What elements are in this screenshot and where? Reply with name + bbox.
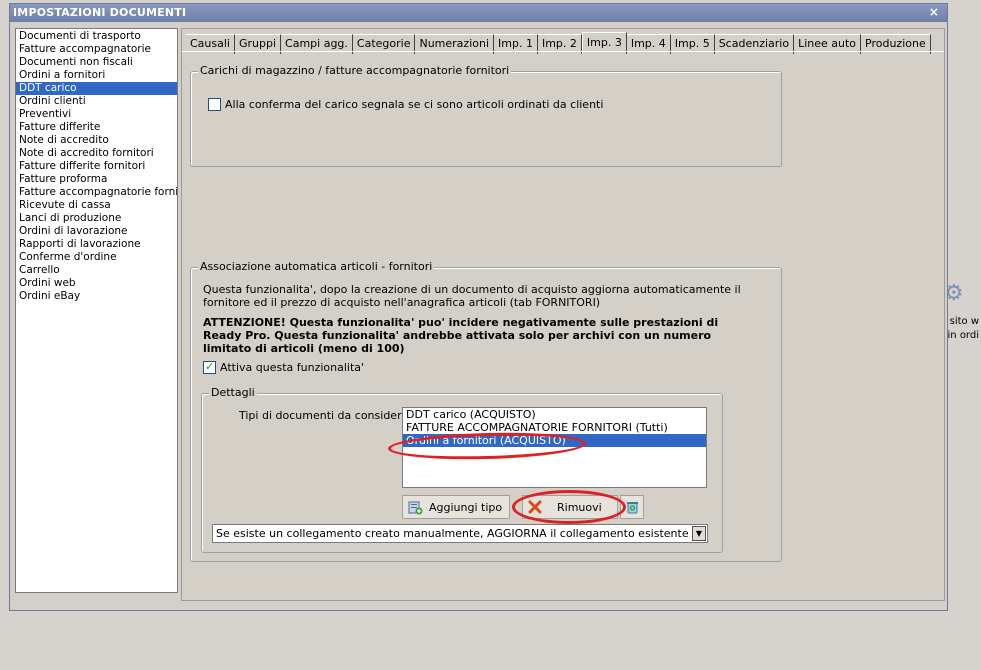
carico-alert-checkbox-row[interactable]: Alla conferma del carico segnala se ci s… <box>208 98 603 111</box>
group-carichi: Carichi di magazzino / fatture accompagn… <box>190 64 782 167</box>
list-item[interactable]: DDT carico (ACQUISTO) <box>403 408 706 421</box>
sidebar-item[interactable]: Preventivi <box>16 108 177 121</box>
sidebar-item[interactable]: Fatture accompagnatorie fornito <box>16 186 177 199</box>
sidebar-item[interactable]: Rapporti di lavorazione <box>16 238 177 251</box>
sidebar-item[interactable]: Fatture accompagnatorie <box>16 43 177 56</box>
sidebar-item[interactable]: Fatture differite fornitori <box>16 160 177 173</box>
remove-x-icon <box>527 499 543 515</box>
carico-alert-label: Alla conferma del carico segnala se ci s… <box>225 98 604 111</box>
group-associazione-label: Associazione automatica articoli - forni… <box>198 260 435 273</box>
document-type-list[interactable]: Documenti di trasporto Fatture accompagna… <box>15 28 178 593</box>
sidebar-item[interactable]: Ordini clienti <box>16 95 177 108</box>
warning-text-1: ATTENZIONE! Questa funzionalita' puo' in… <box>203 316 719 329</box>
sidebar-item[interactable]: Fatture differite <box>16 121 177 134</box>
add-icon <box>407 499 423 515</box>
recycle-bin-icon <box>624 499 640 515</box>
background-text-1: sito w <box>949 316 979 327</box>
sidebar-item[interactable]: Carrello <box>16 264 177 277</box>
enable-feature-checkbox[interactable] <box>203 360 216 374</box>
sidebar-item[interactable]: DDT carico <box>16 82 177 95</box>
doc-types-listbox[interactable]: DDT carico (ACQUISTO) FATTURE ACCOMPAGNAT… <box>402 407 707 488</box>
tab-panel-imp3: Carichi di magazzino / fatture accompagn… <box>182 51 944 600</box>
group-carichi-label: Carichi di magazzino / fatture accompagn… <box>198 64 512 77</box>
enable-feature-checkbox-row[interactable]: Attiva questa funzionalita' <box>203 360 365 374</box>
sidebar-item[interactable]: Ordini di lavorazione <box>16 225 177 238</box>
list-item[interactable]: FATTURE ACCOMPAGNATORIE FORNITORI (Tutti… <box>403 421 706 434</box>
close-button[interactable]: × <box>927 5 941 19</box>
warning-text-2: Ready Pro. Questa funzionalita' andrebbe… <box>203 329 712 342</box>
window-titlebar[interactable]: IMPOSTAZIONI DOCUMENTI × <box>10 4 947 22</box>
associazione-description-2: fornitore ed il prezzo di acquisto nell'… <box>203 296 601 309</box>
remove-label: Rimuovi <box>557 500 602 514</box>
clear-list-button[interactable] <box>620 495 644 519</box>
sidebar-item[interactable]: Lanci di produzione <box>16 212 177 225</box>
carico-alert-checkbox[interactable] <box>208 98 221 111</box>
chevron-down-icon[interactable]: ▼ <box>692 526 706 541</box>
sidebar-item[interactable]: Conferme d'ordine <box>16 251 177 264</box>
sidebar-item[interactable]: Note di accredito <box>16 134 177 147</box>
sidebar-item[interactable]: Fatture proforma <box>16 173 177 186</box>
sidebar-item[interactable]: Ordini web <box>16 277 177 290</box>
window-title: IMPOSTAZIONI DOCUMENTI <box>13 6 187 19</box>
sidebar-item[interactable]: Ordini eBay <box>16 290 177 303</box>
doc-types-label: Tipi di documenti da considerare: <box>239 409 424 422</box>
link-mode-value: Se esiste un collegamento creato manualm… <box>216 527 689 540</box>
settings-window: IMPOSTAZIONI DOCUMENTI × Documenti di tr… <box>9 3 948 611</box>
add-type-button[interactable]: Aggiungi tipo <box>402 495 510 519</box>
enable-feature-label: Attiva questa funzionalita' <box>220 361 365 374</box>
warning-text-3: limitato di articoli (meno di 100) <box>203 342 405 355</box>
link-mode-select[interactable]: Se esiste un collegamento creato manualm… <box>212 524 708 543</box>
sidebar-item[interactable]: Documenti di trasporto <box>16 30 177 43</box>
add-type-label: Aggiungi tipo <box>429 500 503 514</box>
settings-panel: Causali Gruppi Campi agg. Categorie Numerazi… <box>181 28 945 601</box>
sidebar-item[interactable]: Ricevute di cassa <box>16 199 177 212</box>
list-item[interactable]: Ordini a fornitori (ACQUISTO) <box>403 434 706 447</box>
sidebar-item[interactable]: Note di accredito fornitori <box>16 147 177 160</box>
associazione-description-1: Questa funzionalita', dopo la creazione … <box>203 283 741 296</box>
sidebar-item[interactable]: Ordini a fornitori <box>16 69 177 82</box>
group-dettagli-label: Dettagli <box>209 386 257 399</box>
remove-button[interactable]: Rimuovi <box>522 495 618 519</box>
sidebar-item[interactable]: Documenti non fiscali <box>16 56 177 69</box>
